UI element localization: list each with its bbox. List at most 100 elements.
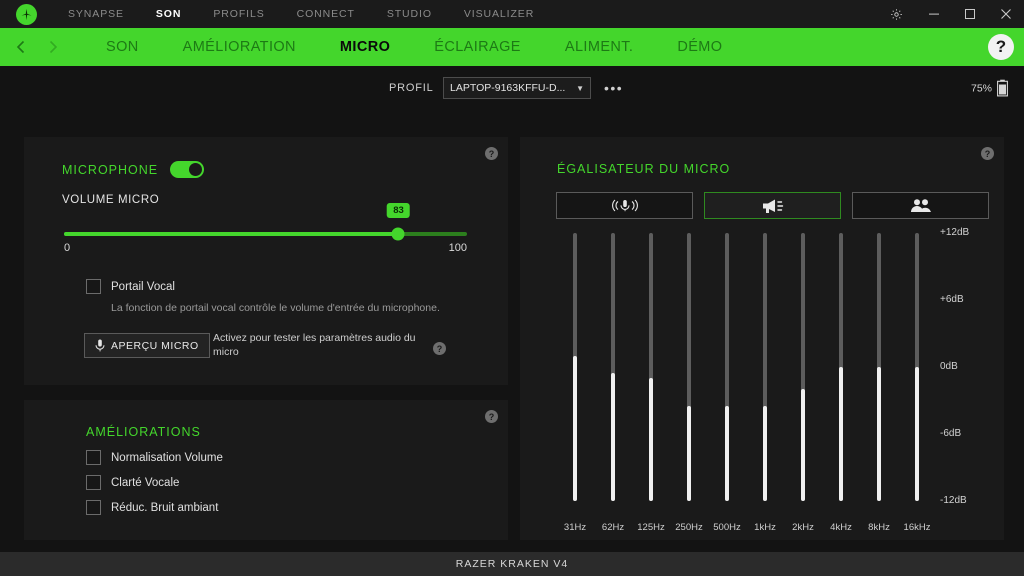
enhancements-list: Normalisation Volume Clarté Vocale Réduc… [86,450,223,515]
maximize-button[interactable] [952,0,988,28]
settings-button[interactable] [876,0,916,28]
eq-band-track[interactable] [573,233,577,501]
top-nav-item-connect[interactable]: CONNECT [281,0,371,28]
equalizer-panel-help-icon[interactable]: ? [981,147,994,160]
equalizer-presets [556,192,989,219]
eq-band-slider[interactable]: 500Hz [708,233,746,533]
eq-band-slider[interactable]: 62Hz [594,233,632,533]
equalizer-bands: 31Hz 62Hz 125Hz 250Hz 500Hz 1kHz 2kHz 4kHz 8kHz 1… [556,233,936,533]
microphone-icon [95,339,105,352]
volume-slider-handle[interactable] [391,227,405,241]
enhancement-row-reduction[interactable]: Réduc. Bruit ambiant [86,500,223,515]
reduc-bruit-ambiant-checkbox[interactable] [86,500,101,515]
enhancement-row-clarte[interactable]: Clarté Vocale [86,475,223,490]
eq-band-fill [801,389,805,501]
normalisation-volume-checkbox[interactable] [86,450,101,465]
portail-vocal-label: Portail Vocal [111,280,175,293]
eq-band-track[interactable] [839,233,843,501]
megaphone-icon [762,199,783,213]
eq-band-slider[interactable]: 8kHz [860,233,898,533]
back-button[interactable] [8,34,34,60]
microphone-header: MICROPHONE [62,161,205,178]
people-group-icon [910,198,931,212]
minimize-button[interactable] [916,0,952,28]
enhancements-panel: ? AMÉLIORATIONS Normalisation Volume Cla… [24,400,508,540]
eq-band-track[interactable] [763,233,767,501]
chevron-right-icon [49,40,58,54]
tab-eclairage[interactable]: ÉCLAIRAGE [412,28,543,66]
eq-db-tick: 0dB [940,361,958,372]
eq-band-fill [763,406,767,501]
eq-band-track[interactable] [915,233,919,501]
enhancements-panel-help-icon[interactable]: ? [485,410,498,423]
tab-demo[interactable]: DÉMO [655,28,744,66]
razer-logo [0,3,52,25]
top-nav-item-synapse[interactable]: SYNAPSE [52,0,140,28]
volume-slider-track[interactable] [64,227,467,241]
help-button[interactable]: ? [988,34,1014,60]
eq-band-slider[interactable]: 125Hz [632,233,670,533]
equalizer-panel: ? ÉGALISATEUR DU MICRO 31Hz 62Hz 125Hz 2… [520,137,1004,540]
eq-band-fill [573,355,577,501]
eq-band-label: 500Hz [713,522,741,533]
window-controls [876,0,1024,28]
gear-icon [890,8,902,20]
eq-band-label: 125Hz [637,522,665,533]
close-button[interactable] [988,0,1024,28]
top-nav-item-studio[interactable]: STUDIO [371,0,448,28]
volume-max-label: 100 [448,242,467,254]
top-nav-item-profils[interactable]: PROFILS [197,0,280,28]
apercu-micro-help-icon[interactable]: ? [433,342,446,355]
tab-micro[interactable]: MICRO [318,28,412,66]
eq-preset-group[interactable] [852,192,989,219]
tab-aliment[interactable]: ALIMENT. [543,28,655,66]
eq-band-track[interactable] [649,233,653,501]
microphone-waves-icon [611,199,638,212]
maximize-icon [965,9,975,19]
volume-slider[interactable]: 83 0 100 [64,203,467,254]
device-name: RAZER KRAKEN V4 [455,558,569,570]
eq-band-track[interactable] [725,233,729,501]
eq-band-slider[interactable]: 16kHz [898,233,936,533]
eq-band-slider[interactable]: 4kHz [822,233,860,533]
clarte-vocale-checkbox[interactable] [86,475,101,490]
eq-band-track[interactable] [877,233,881,501]
eq-db-tick: -12dB [940,495,967,506]
normalisation-volume-label: Normalisation Volume [111,451,223,464]
section-tab-bar: SON AMÉLIORATION MICRO ÉCLAIRAGE ALIMENT… [0,28,1024,66]
microphone-panel-help-icon[interactable]: ? [485,147,498,160]
profile-more-button[interactable]: ••• [604,81,623,95]
top-nav-item-son[interactable]: SON [140,0,197,28]
eq-band-track[interactable] [687,233,691,501]
eq-band-slider[interactable]: 1kHz [746,233,784,533]
portail-vocal-description: La fonction de portail vocal contrôle le… [111,302,440,314]
enhancement-row-normalisation[interactable]: Normalisation Volume [86,450,223,465]
microphone-toggle[interactable] [170,161,205,178]
apercu-micro-button[interactable]: APERÇU MICRO [84,333,210,358]
eq-db-tick: +6dB [940,294,964,305]
eq-band-track[interactable] [611,233,615,501]
title-bar: SYNAPSE SON PROFILS CONNECT STUDIO VISUA… [0,0,1024,28]
profile-select[interactable]: LAPTOP-9163KFFU-D... ▼ [443,77,591,99]
tab-amelioration[interactable]: AMÉLIORATION [161,28,318,66]
microphone-panel: ? MICROPHONE VOLUME MICRO 83 0 100 Porta… [24,137,508,385]
eq-band-fill [687,406,691,501]
eq-band-fill [839,367,843,501]
equalizer-db-scale: +12dB +6dB 0dB -6dB -12dB [940,227,996,533]
razer-synapse-window: SYNAPSE SON PROFILS CONNECT STUDIO VISUA… [0,0,1024,576]
tab-son[interactable]: SON [84,28,161,66]
eq-band-slider[interactable]: 250Hz [670,233,708,533]
eq-band-slider[interactable]: 2kHz [784,233,822,533]
eq-preset-megaphone[interactable] [704,192,841,219]
forward-button[interactable] [40,34,66,60]
eq-band-slider[interactable]: 31Hz [556,233,594,533]
eq-band-track[interactable] [801,233,805,501]
portail-vocal-row[interactable]: Portail Vocal [86,279,175,294]
portail-vocal-checkbox[interactable] [86,279,101,294]
eq-preset-microphone[interactable] [556,192,693,219]
nav-arrows [0,34,66,60]
top-nav-item-visualizer[interactable]: VISUALIZER [448,0,550,28]
razer-snake-icon [21,8,31,20]
eq-band-label: 16kHz [903,522,931,533]
close-icon [1001,9,1011,19]
